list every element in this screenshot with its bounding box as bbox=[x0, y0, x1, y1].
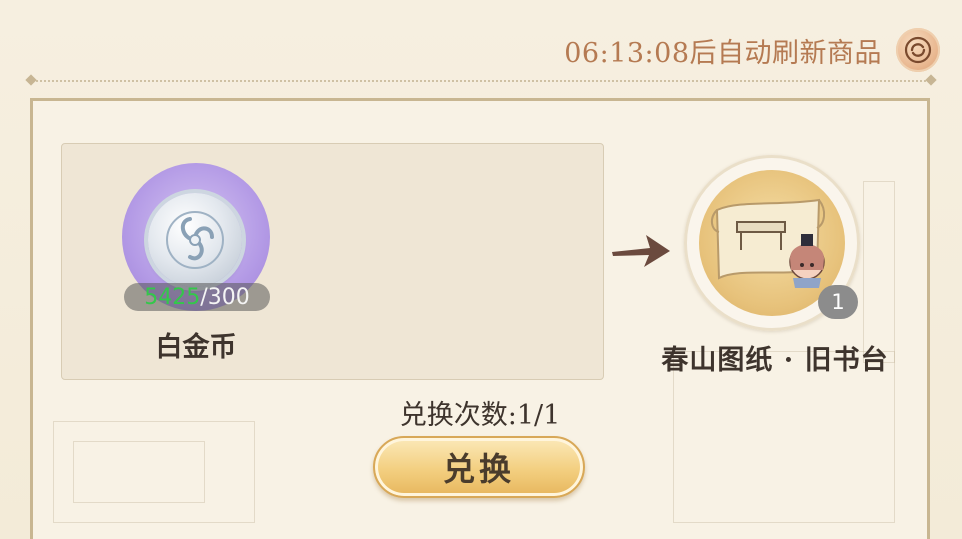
refresh-icon[interactable] bbox=[896, 28, 940, 72]
cost-item-name: 白金币 bbox=[155, 332, 237, 363]
arrow-right-icon bbox=[612, 235, 670, 267]
reward-quantity-badge: 1 bbox=[818, 285, 858, 319]
refresh-bar: 06:13:08后自动刷新商品 bbox=[564, 22, 940, 78]
coin-swirl-icon bbox=[166, 211, 224, 269]
panel-sketch-decoration bbox=[863, 181, 895, 363]
owned-amount: 5425 bbox=[144, 284, 201, 310]
panel-sketch-decoration bbox=[73, 441, 205, 503]
shop-exchange-screen: 06:13:08后自动刷新商品 5425/300 白金币 1 春山图纸 · 旧书… bbox=[0, 0, 962, 539]
refresh-swirl-icon bbox=[904, 36, 932, 64]
refresh-countdown-text: 06:13:08后自动刷新商品 bbox=[564, 37, 882, 69]
header-divider bbox=[28, 80, 934, 84]
exchange-count-text: 兑换次数:1/1 bbox=[399, 400, 561, 431]
cost-count-pill: 5425/300 bbox=[124, 283, 270, 311]
platinum-coin-icon[interactable] bbox=[148, 193, 242, 287]
exchange-button[interactable]: 兑换 bbox=[373, 436, 585, 498]
reward-item-name: 春山图纸 · 旧书台 bbox=[661, 345, 889, 376]
required-amount: /300 bbox=[200, 284, 250, 310]
